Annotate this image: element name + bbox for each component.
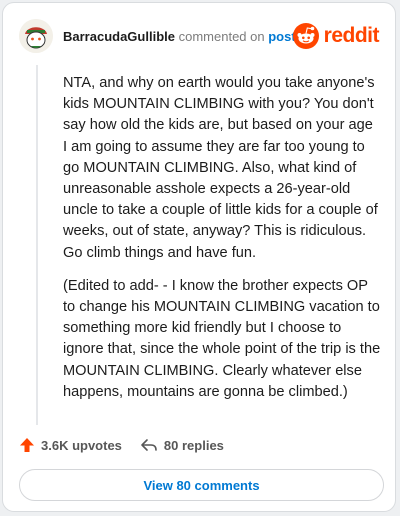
upvote-button[interactable]: 3.6K upvotes xyxy=(19,437,122,453)
comment-byline: BarracudaGullible commented on post xyxy=(63,29,296,44)
reddit-wordmark: reddit xyxy=(323,24,380,47)
reply-button[interactable]: 80 replies xyxy=(140,437,224,453)
reddit-logo-icon xyxy=(292,23,319,49)
user-avatar-icon[interactable] xyxy=(19,19,53,53)
thread-rail xyxy=(36,65,38,425)
reddit-logo[interactable]: reddit xyxy=(292,22,380,50)
upvote-count: 3.6K upvotes xyxy=(41,437,122,453)
upvote-arrow-icon xyxy=(20,438,34,452)
comment-actions: 3.6K upvotes 80 replies xyxy=(19,433,224,457)
view-comments-button[interactable]: View 80 comments xyxy=(19,469,384,501)
comment-paragraph-1: NTA, and why on earth would you take any… xyxy=(63,75,378,261)
reply-arrow-icon xyxy=(141,439,157,451)
comment-paragraph-2: (Edited to add- - I know the brother exp… xyxy=(63,277,381,400)
comment-body: NTA, and why on earth would you take any… xyxy=(63,73,381,415)
comment-header: BarracudaGullible commented on post redd… xyxy=(19,19,380,55)
comment-card: BarracudaGullible commented on post redd… xyxy=(2,2,396,512)
action-text: commented on xyxy=(178,29,265,44)
reply-count: 80 replies xyxy=(163,437,224,453)
username-link[interactable]: BarracudaGullible xyxy=(63,29,175,44)
post-link[interactable]: post xyxy=(268,29,295,44)
